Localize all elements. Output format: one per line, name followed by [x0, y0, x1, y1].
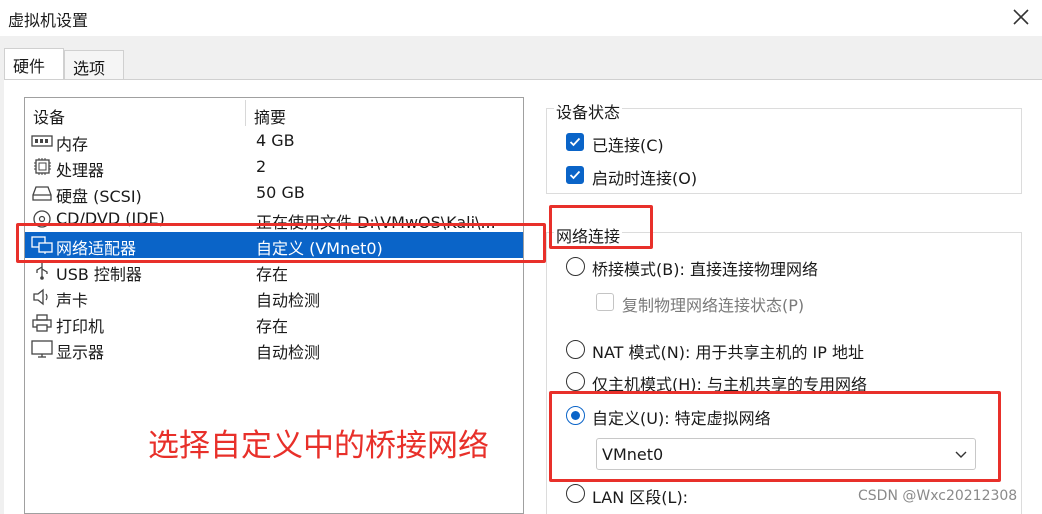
connected-label[interactable]: 已连接(C)	[592, 132, 664, 156]
replicate-state-label[interactable]: 复制物理网络连接状态(P)	[622, 292, 804, 316]
device-summary: 存在	[256, 317, 289, 336]
column-header-summary[interactable]: 摘要	[254, 104, 286, 128]
device-summary: 2	[256, 157, 267, 176]
nat-radio[interactable]	[566, 340, 585, 359]
device-name: 打印机	[56, 317, 105, 336]
annotation-text: 选择自定义中的桥接网络	[148, 428, 489, 464]
device-summary: 自动检测	[256, 291, 321, 310]
tab-options[interactable]: 选项	[64, 50, 124, 80]
highlight-network-adapter	[16, 223, 546, 263]
device-name: 硬盘 (SCSI)	[56, 187, 142, 206]
device-row-harddisk[interactable]: 硬盘 (SCSI) 50 GB	[25, 180, 523, 206]
lan-segment-label[interactable]: LAN 区段(L):	[592, 484, 688, 508]
memory-icon	[31, 135, 53, 147]
device-name: 内存	[56, 135, 89, 154]
lan-segment-radio[interactable]	[566, 484, 585, 503]
monitor-icon	[31, 340, 53, 358]
tab-bar: 硬件 选项	[0, 36, 1042, 81]
device-row-memory[interactable]: 内存 4 GB	[25, 128, 523, 154]
device-name: 处理器	[56, 161, 105, 180]
window-title: 虚拟机设置	[8, 11, 89, 30]
connect-at-power-on-checkbox[interactable]	[566, 166, 584, 184]
watermark: CSDN @Wxc20212308	[858, 488, 1018, 504]
checkmark-icon	[569, 170, 581, 180]
device-name: USB 控制器	[56, 265, 142, 284]
host-only-radio[interactable]	[566, 372, 585, 391]
connected-checkbox[interactable]	[566, 133, 584, 151]
device-row-processor[interactable]: 处理器 2	[25, 154, 523, 180]
device-row-printer[interactable]: 打印机 存在	[25, 310, 523, 336]
replicate-state-checkbox[interactable]	[596, 293, 614, 311]
usb-icon	[36, 263, 48, 280]
highlight-network-connection	[549, 205, 653, 249]
device-status-title: 设备状态	[554, 99, 623, 123]
device-summary: 4 GB	[256, 131, 295, 150]
speaker-icon	[33, 288, 48, 306]
device-summary: 50 GB	[256, 183, 305, 202]
close-icon[interactable]	[1010, 6, 1032, 28]
highlight-custom-option	[549, 391, 1001, 482]
checkmark-icon	[569, 137, 581, 147]
bridged-radio[interactable]	[566, 257, 585, 276]
list-header: 设备 摘要	[25, 98, 523, 128]
processor-icon	[34, 158, 51, 175]
device-row-sound[interactable]: 声卡 自动检测	[25, 284, 523, 310]
device-summary: 自动检测	[256, 343, 321, 362]
harddisk-icon	[32, 186, 52, 201]
device-name: 显示器	[56, 343, 105, 362]
device-name: 声卡	[56, 291, 89, 310]
column-divider[interactable]	[245, 100, 246, 126]
nat-label[interactable]: NAT 模式(N): 用于共享主机的 IP 地址	[592, 339, 864, 363]
tab-hardware[interactable]: 硬件	[4, 48, 64, 81]
title-bar: 虚拟机设置	[0, 0, 1042, 36]
bridged-label[interactable]: 桥接模式(B): 直接连接物理网络	[592, 256, 818, 280]
printer-icon	[32, 314, 52, 332]
device-row-display[interactable]: 显示器 自动检测	[25, 336, 523, 362]
connect-at-power-on-label[interactable]: 启动时连接(O)	[592, 165, 697, 189]
column-header-device[interactable]: 设备	[33, 104, 65, 128]
device-summary: 存在	[256, 265, 289, 284]
